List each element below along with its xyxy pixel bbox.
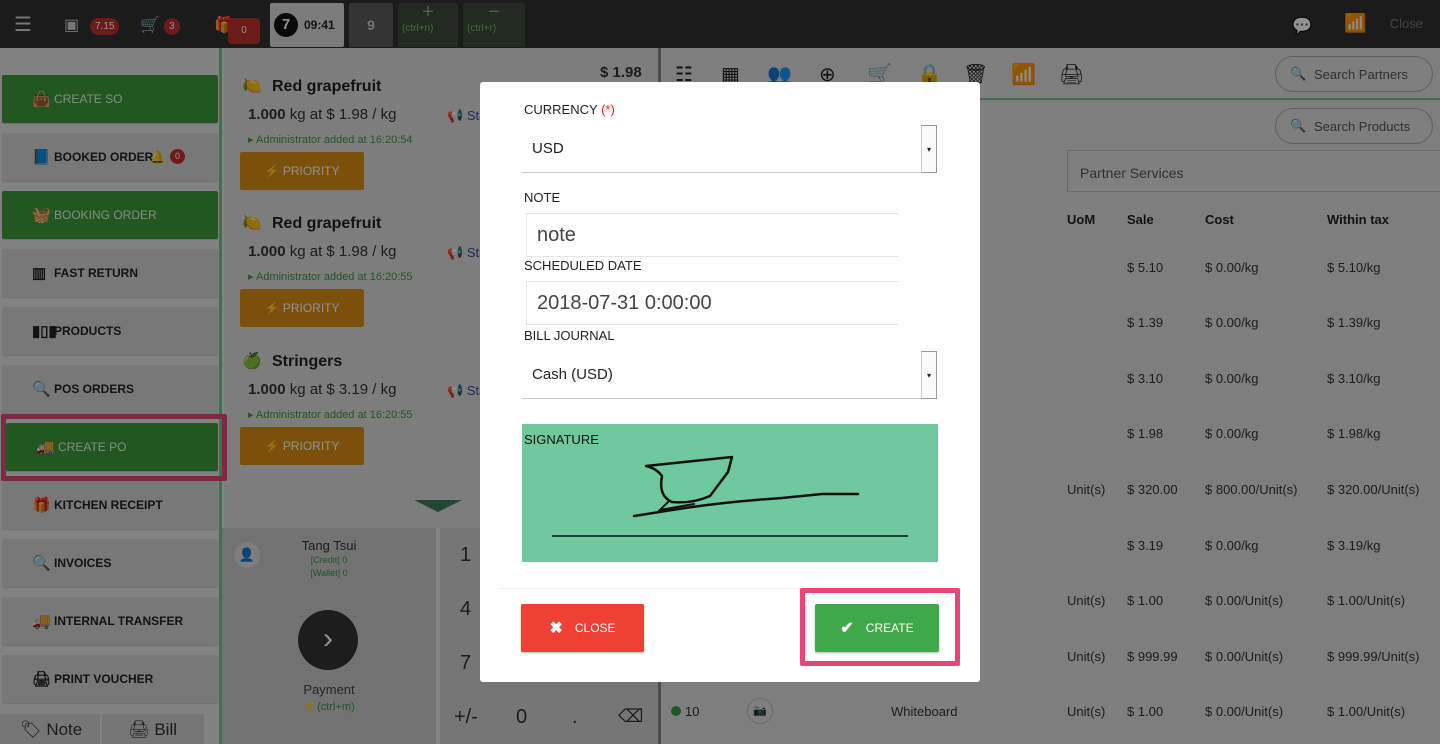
required-mark: (*) (601, 102, 615, 117)
close-button-label: CLOSE (574, 621, 616, 635)
currency-value: USD (532, 140, 564, 157)
create-button-highlight (800, 588, 960, 666)
currency-select[interactable]: USD ▾ (522, 125, 937, 173)
currency-label-text: CURRENCY (524, 102, 598, 117)
close-icon: ✖ (549, 620, 563, 637)
bill-journal-label: BILL JOURNAL (524, 328, 615, 343)
bill-journal-value: Cash (USD) (532, 366, 613, 383)
signature-pad[interactable]: SIGNATURE (522, 424, 938, 562)
currency-label: CURRENCY (*) (524, 102, 615, 117)
bill-journal-select[interactable]: Cash (USD) ▾ (522, 351, 937, 399)
scheduled-date-value: 2018-07-31 0:00:00 (537, 291, 712, 314)
scheduled-date-input[interactable]: 2018-07-31 0:00:00 (526, 281, 898, 325)
scheduled-date-label: SCHEDULED DATE (524, 258, 642, 273)
dropdown-arrow-icon: ▾ (921, 351, 937, 399)
dropdown-arrow-icon: ▾ (921, 125, 937, 173)
close-button[interactable]: ✖ CLOSE (521, 604, 644, 652)
note-label: NOTE (524, 190, 561, 205)
signature-drawing (552, 455, 908, 537)
note-value: note (537, 223, 576, 246)
note-input[interactable]: note (526, 213, 898, 257)
